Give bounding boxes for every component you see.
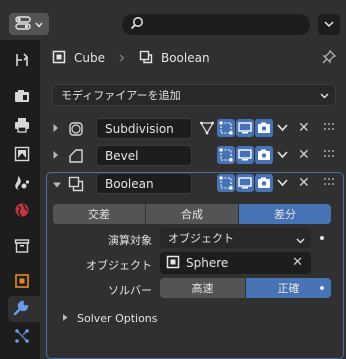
bevel-modifier-icon bbox=[68, 148, 84, 167]
modifier-subdivision: Subdivision ✕ bbox=[46, 116, 346, 142]
boolean-modifier-icon bbox=[139, 50, 153, 67]
modifier-boolean: Boolean ✕ bbox=[46, 171, 346, 197]
add-modifier-label: モディファイアーを追加 bbox=[61, 89, 181, 102]
properties-editor: Cube Boolean モディファイアーを追加 Subdivision ✕ B… bbox=[0, 0, 346, 359]
operation-union[interactable]: 合成 bbox=[146, 204, 238, 224]
options-dropdown[interactable] bbox=[318, 14, 340, 35]
tab-collection[interactable] bbox=[11, 236, 33, 258]
tab-scene[interactable] bbox=[11, 173, 33, 195]
object-field[interactable]: Sphere ✕ bbox=[160, 252, 311, 274]
on-cage-icon[interactable] bbox=[198, 119, 216, 137]
subpanel-label: Solver Options bbox=[77, 312, 158, 325]
operand-type-dropdown[interactable]: オブジェクト bbox=[160, 228, 311, 248]
tab-object[interactable] bbox=[11, 271, 33, 293]
render-camera-icon[interactable] bbox=[255, 174, 273, 192]
object-label: オブジェクト bbox=[86, 259, 152, 272]
chevron-down-icon[interactable] bbox=[277, 149, 288, 162]
printer-icon bbox=[14, 117, 30, 136]
clear-icon[interactable]: ✕ bbox=[292, 255, 303, 270]
image-icon bbox=[14, 146, 30, 165]
chevron-down-icon[interactable] bbox=[277, 122, 288, 135]
tab-view-layer[interactable] bbox=[11, 144, 33, 166]
drag-handle-icon[interactable] bbox=[324, 149, 336, 162]
search-input[interactable] bbox=[122, 14, 310, 35]
tool-icon bbox=[14, 52, 30, 71]
tab-tool[interactable] bbox=[11, 50, 33, 72]
operation-difference[interactable]: 差分 bbox=[239, 204, 331, 224]
edit-mode-icon[interactable] bbox=[217, 146, 235, 164]
modifier-bevel: Bevel ✕ bbox=[46, 143, 346, 169]
properties-editor-icon bbox=[15, 15, 31, 33]
add-modifier-dropdown[interactable]: モディファイアーを追加 bbox=[52, 84, 336, 106]
breadcrumb-object: Cube bbox=[74, 51, 105, 65]
subdivision-modifier-icon bbox=[68, 121, 84, 140]
keyframe-dot-icon[interactable] bbox=[320, 286, 324, 290]
solver-selector: 高速 正確 bbox=[160, 278, 331, 298]
operation-selector: 交差 合成 差分 bbox=[53, 204, 331, 224]
world-icon bbox=[14, 202, 30, 221]
expand-arrow-icon[interactable] bbox=[52, 179, 62, 192]
close-icon[interactable]: ✕ bbox=[298, 147, 310, 163]
wrench-icon bbox=[13, 300, 29, 319]
solver-label: ソルバー bbox=[108, 284, 152, 297]
modifier-name-field[interactable]: Subdivision bbox=[96, 118, 192, 139]
expand-arrow-icon bbox=[62, 312, 69, 325]
drag-handle-icon[interactable] bbox=[324, 177, 336, 190]
expand-arrow-icon[interactable] bbox=[52, 123, 60, 136]
keyframe-dot-icon[interactable] bbox=[320, 236, 324, 240]
tab-particles[interactable] bbox=[11, 326, 33, 348]
render-camera-icon[interactable] bbox=[255, 146, 273, 164]
modifier-name-field[interactable]: Boolean bbox=[96, 173, 192, 194]
tab-output[interactable] bbox=[11, 115, 33, 137]
tab-render[interactable] bbox=[11, 86, 33, 108]
boolean-modifier-icon bbox=[68, 176, 84, 195]
solver-options-subpanel[interactable]: Solver Options bbox=[62, 312, 158, 325]
solver-fast[interactable]: 高速 bbox=[160, 278, 245, 298]
object-icon bbox=[52, 50, 66, 67]
editor-type-selector[interactable] bbox=[9, 13, 49, 35]
tab-modifiers[interactable] bbox=[8, 296, 40, 322]
operand-label: 演算対象 bbox=[108, 234, 152, 247]
operand-value: オブジェクト bbox=[168, 232, 234, 245]
solver-exact[interactable]: 正確 bbox=[246, 278, 331, 298]
modifier-panel: Cube Boolean モディファイアーを追加 Subdivision ✕ B… bbox=[40, 40, 346, 359]
tab-world[interactable] bbox=[11, 200, 33, 222]
viewport-display-icon[interactable] bbox=[236, 174, 254, 192]
edit-mode-icon[interactable] bbox=[217, 174, 235, 192]
scene-icon bbox=[14, 175, 30, 194]
viewport-display-icon[interactable] bbox=[236, 146, 254, 164]
chevron-down-icon bbox=[320, 89, 329, 102]
collection-icon bbox=[14, 238, 30, 257]
object-value: Sphere bbox=[186, 256, 229, 270]
pin-icon[interactable] bbox=[322, 49, 337, 67]
property-tabs bbox=[0, 40, 40, 359]
close-icon[interactable]: ✕ bbox=[298, 175, 310, 191]
editor-header bbox=[0, 0, 346, 40]
modifier-name-field[interactable]: Bevel bbox=[96, 145, 192, 166]
breadcrumb: Cube Boolean bbox=[52, 46, 210, 70]
edit-mode-icon[interactable] bbox=[217, 119, 235, 137]
chevron-down-icon bbox=[296, 234, 305, 247]
render-camera-icon[interactable] bbox=[255, 119, 273, 137]
particles-icon bbox=[14, 328, 30, 347]
object-icon bbox=[166, 255, 180, 272]
chevron-down-icon bbox=[35, 18, 43, 31]
viewport-display-icon[interactable] bbox=[236, 119, 254, 137]
chevron-right-icon bbox=[119, 52, 125, 65]
camera-back-icon bbox=[14, 88, 30, 107]
drag-handle-icon[interactable] bbox=[324, 122, 336, 135]
chevron-down-icon bbox=[324, 18, 334, 31]
breadcrumb-modifier: Boolean bbox=[160, 51, 210, 65]
chevron-down-icon[interactable] bbox=[277, 177, 288, 190]
operation-intersect[interactable]: 交差 bbox=[53, 204, 145, 224]
search-icon bbox=[130, 16, 144, 33]
expand-arrow-icon[interactable] bbox=[52, 150, 60, 163]
close-icon[interactable]: ✕ bbox=[298, 120, 310, 136]
object-icon bbox=[14, 273, 30, 292]
